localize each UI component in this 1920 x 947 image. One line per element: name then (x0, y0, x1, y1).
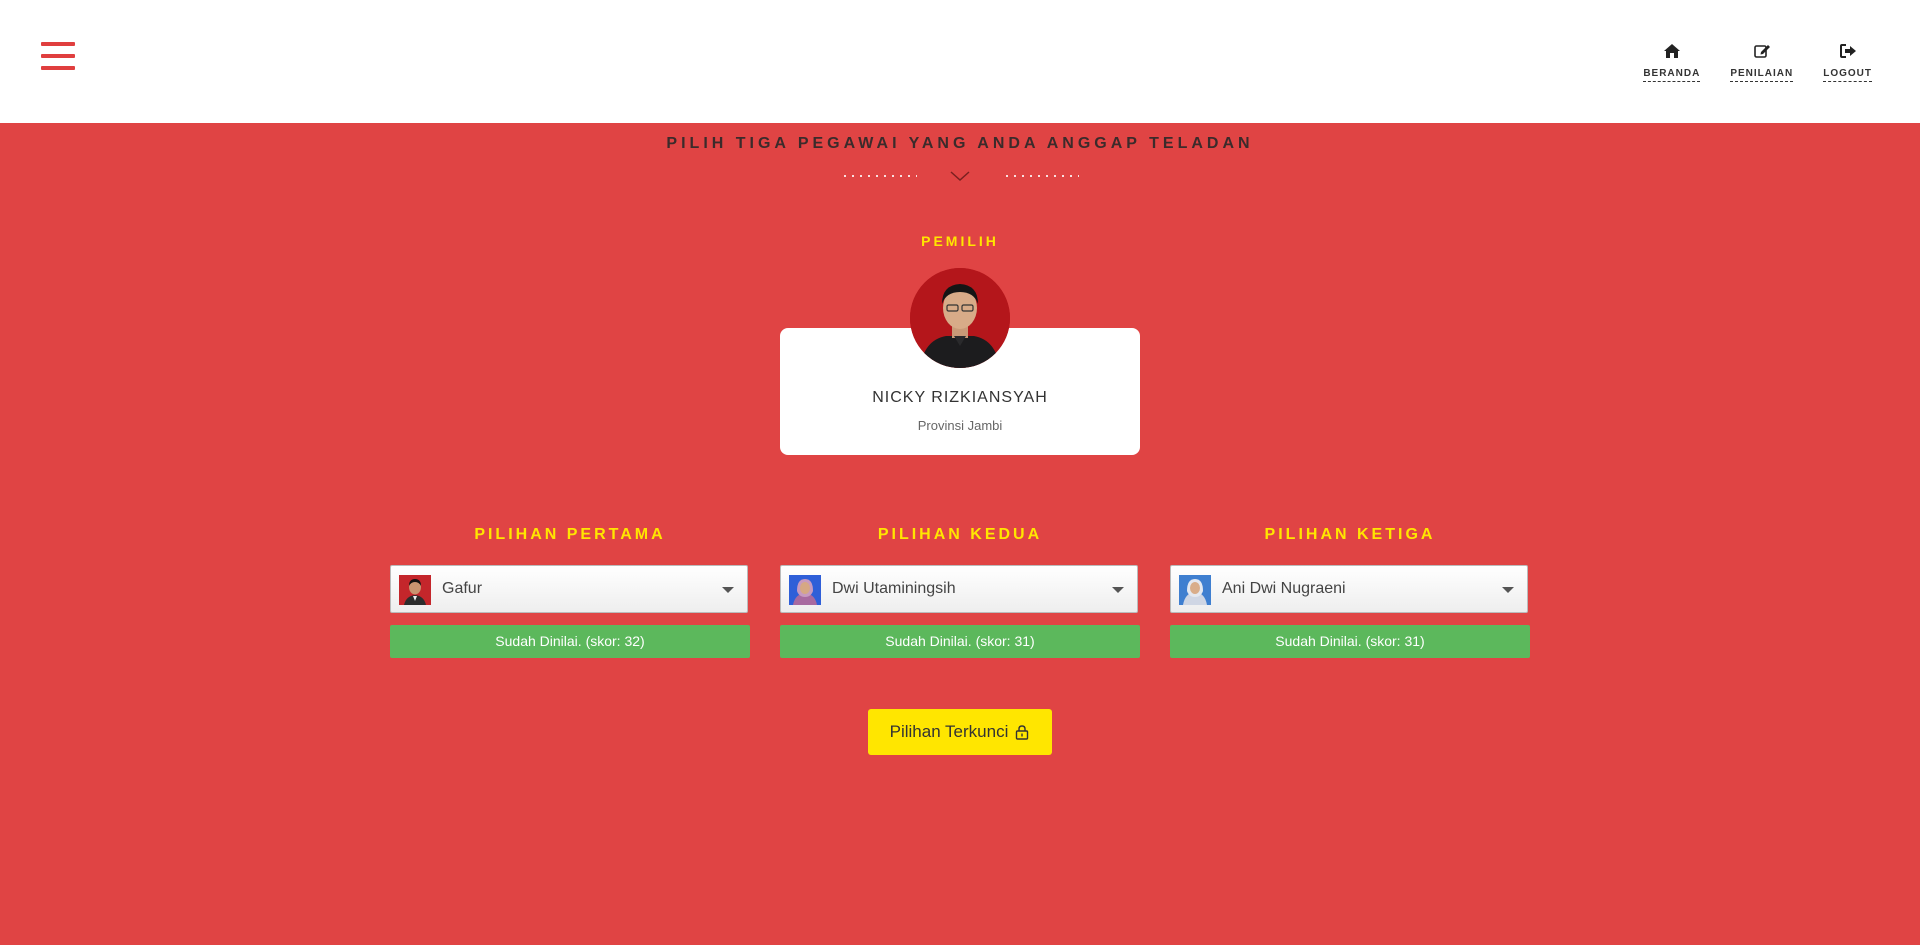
voter-section-label: PEMILIH (921, 233, 999, 249)
nav-label: BERANDA (1643, 68, 1701, 82)
sign-out-icon (1839, 44, 1856, 58)
choice-2-label: PILIHAN KEDUA (877, 526, 1043, 543)
nav-item-beranda[interactable]: BERANDA (1643, 42, 1701, 82)
dotted-line (841, 175, 917, 177)
nav-item-logout[interactable]: LOGOUT (1823, 42, 1872, 82)
dropdown-arrow-icon (1112, 587, 1124, 593)
title-divider (0, 168, 1920, 184)
page-title: PILIH TIGA PEGAWAI YANG ANDA ANGGAP TELA… (666, 135, 1254, 152)
selected-value: Ani Dwi Nugraeni (1222, 580, 1346, 597)
locked-choice-button[interactable]: Pilihan Terkunci (868, 709, 1052, 755)
chevron-down-icon (950, 171, 970, 182)
voter-region: Provinsi Jambi (917, 418, 1003, 433)
voter-avatar (910, 268, 1010, 368)
nav-label: PENILAIAN (1730, 68, 1794, 82)
choice-3-label: PILIHAN KETIGA (1264, 526, 1436, 543)
choice-2-status: Sudah Dinilai. (skor: 31) (780, 625, 1140, 658)
top-navbar: BERANDA PENILAIAN LOGOUT (0, 0, 1920, 123)
employee-thumbnail (1179, 575, 1211, 605)
lock-icon (1016, 725, 1029, 740)
voter-name: NICKY RIZKIANSYAH (872, 389, 1048, 406)
employee-thumbnail (789, 575, 821, 605)
choice-1-label: PILIHAN PERTAMA (474, 526, 666, 543)
dotted-line (1003, 175, 1079, 177)
locked-choice-label: Pilihan Terkunci (889, 722, 1009, 741)
nav-item-penilaian[interactable]: PENILAIAN (1730, 42, 1794, 82)
choice-1-select[interactable]: Gafur (390, 565, 748, 613)
home-icon (1663, 44, 1680, 58)
employee-thumbnail (399, 575, 431, 605)
choice-3-status: Sudah Dinilai. (skor: 31) (1170, 625, 1530, 658)
dropdown-arrow-icon (1502, 587, 1514, 593)
edit-icon (1753, 45, 1770, 58)
selected-value: Gafur (442, 580, 483, 597)
selected-value: Dwi Utaminingsih (832, 580, 956, 597)
nav-label: LOGOUT (1823, 68, 1872, 82)
menu-toggle-button[interactable] (41, 42, 75, 70)
main-nav: BERANDA PENILAIAN LOGOUT (1613, 42, 1872, 82)
dropdown-arrow-icon (722, 587, 734, 593)
choice-2-select[interactable]: Dwi Utaminingsih (780, 565, 1138, 613)
choice-1-status: Sudah Dinilai. (skor: 32) (390, 625, 750, 658)
choice-3-select[interactable]: Ani Dwi Nugraeni (1170, 565, 1528, 613)
